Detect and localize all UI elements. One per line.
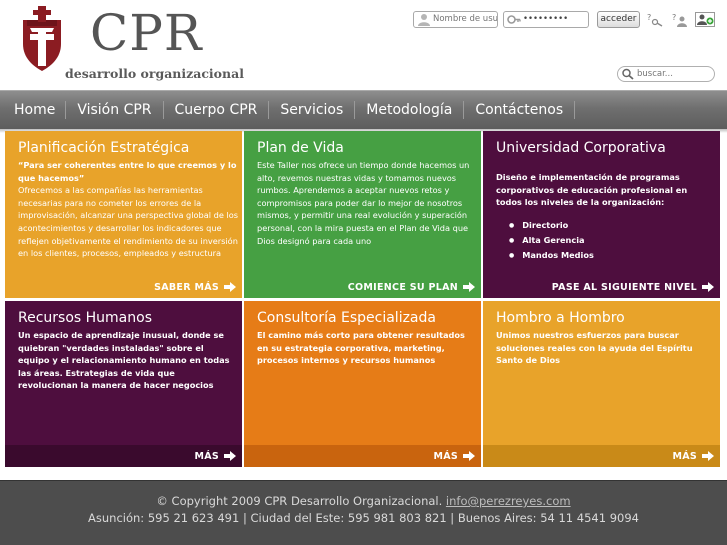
tile-body: Unimos nuestros esfuerzos para buscar so…	[496, 329, 696, 367]
tile-title: Recursos Humanos	[18, 310, 152, 326]
tile-cta[interactable]: MÁS	[483, 445, 720, 467]
search-input[interactable]	[637, 69, 712, 79]
tile-cta[interactable]: PASE AL SIGUIENTE NIVEL	[483, 276, 720, 298]
svg-text:?: ?	[672, 13, 676, 22]
tile-text: Ofrecemos a las compañías las herramient…	[18, 185, 239, 259]
user-icon	[418, 13, 430, 26]
list-item: Directorio	[509, 218, 711, 233]
tile-cta-label: MÁS	[194, 450, 219, 462]
logo-tagline: desarrollo organizacional	[65, 66, 244, 81]
arrow-right-icon	[702, 451, 714, 461]
tile-plan-de-vida[interactable]: Plan de Vida Este Taller nos ofrece un t…	[244, 131, 481, 298]
tile-text: Diseño e implementación de programas cor…	[496, 172, 688, 208]
tile-title: Hombro a Hombro	[496, 310, 625, 326]
tile-text: Este Taller nos ofrece un tiempo donde h…	[257, 160, 470, 246]
nav-item-cuerpo[interactable]: Cuerpo CPR	[164, 101, 270, 119]
tile-cta[interactable]: SABER MÁS	[5, 276, 242, 298]
password-field[interactable]	[503, 10, 589, 28]
arrow-right-icon	[463, 282, 475, 292]
nav-item-metodologia[interactable]: Metodología	[355, 101, 465, 119]
tile-planificacion[interactable]: Planificación Estratégica “Para ser cohe…	[5, 131, 242, 298]
tile-cta-label: COMIENCE SU PLAN	[347, 281, 458, 293]
tile-body: Este Taller nos ofrece un tiempo donde h…	[257, 159, 472, 247]
tile-body: El camino más corto para obtener resulta…	[257, 329, 469, 367]
tile-body: Diseño e implementación de programas cor…	[496, 171, 711, 263]
logo-emblem-icon[interactable]	[19, 4, 65, 72]
tile-cta-label: MÁS	[672, 450, 697, 462]
username-field[interactable]	[413, 10, 498, 28]
login-form: acceder ? ?	[413, 10, 715, 28]
tile-hombro-a-hombro[interactable]: Hombro a Hombro Unimos nuestros esfuerzo…	[483, 301, 720, 467]
arrow-right-icon	[702, 282, 714, 292]
tile-cta-label: SABER MÁS	[154, 281, 219, 293]
tile-list: Directorio Alta Gerencia Mandos Medios	[509, 218, 711, 263]
arrow-right-icon	[463, 451, 475, 461]
tile-consultoria[interactable]: Consultoría Especializada El camino más …	[244, 301, 481, 467]
list-item: Mandos Medios	[509, 248, 711, 263]
tile-title: Plan de Vida	[257, 140, 344, 156]
tile-body: “Para ser coherentes entre lo que creemo…	[18, 159, 240, 260]
tile-body: Un espacio de aprendizaje inusual, donde…	[18, 329, 230, 392]
arrow-right-icon	[224, 451, 236, 461]
list-item: Alta Gerencia	[509, 233, 711, 248]
site-header: CPR desarrollo organizacional acceder ?	[0, 0, 727, 88]
search-icon	[622, 68, 634, 80]
search-box[interactable]	[617, 66, 715, 82]
logo-wordmark[interactable]: CPR	[90, 8, 203, 58]
nav-item-home[interactable]: Home	[4, 101, 67, 119]
copyright-text: © Copyright 2009 CPR Desarrollo Organiza…	[156, 494, 443, 508]
footer-phones: Asunción: 595 21 623 491 | Ciudad del Es…	[88, 511, 639, 525]
help-user-icon[interactable]: ?	[670, 11, 690, 28]
tile-universidad[interactable]: Universidad Corporativa Diseño e impleme…	[483, 131, 720, 298]
tile-recursos-humanos[interactable]: Recursos Humanos Un espacio de aprendiza…	[5, 301, 242, 467]
tile-title: Universidad Corporativa	[496, 140, 666, 156]
tile-quote: “Para ser coherentes entre lo que creemo…	[18, 160, 237, 183]
tile-text: Un espacio de aprendizaje inusual, donde…	[18, 330, 230, 391]
register-icon[interactable]	[695, 11, 715, 28]
svg-text:?: ?	[647, 13, 651, 22]
tile-cta-label: PASE AL SIGUIENTE NIVEL	[551, 281, 697, 293]
footer-copyright-line: © Copyright 2009 CPR Desarrollo Organiza…	[0, 494, 727, 508]
tile-cta[interactable]: MÁS	[244, 445, 481, 467]
main-nav: Home Visión CPR Cuerpo CPR Servicios Met…	[0, 90, 727, 129]
help-key-icon[interactable]: ?	[645, 11, 665, 28]
key-icon	[507, 14, 521, 24]
login-button[interactable]: acceder	[597, 10, 640, 28]
nav-item-servicios[interactable]: Servicios	[269, 101, 356, 119]
tile-text: El camino más corto para obtener resulta…	[257, 330, 465, 366]
nav-item-contactenos[interactable]: Contáctenos	[464, 101, 576, 119]
tile-cta[interactable]: MÁS	[5, 445, 242, 467]
nav-item-vision[interactable]: Visión CPR	[66, 101, 164, 119]
site-footer: © Copyright 2009 CPR Desarrollo Organiza…	[0, 480, 727, 545]
footer-email-link[interactable]: info@perezreyes.com	[446, 494, 571, 508]
tile-cta[interactable]: COMIENCE SU PLAN	[244, 276, 481, 298]
tile-title: Consultoría Especializada	[257, 310, 436, 326]
tile-title: Planificación Estratégica	[18, 140, 190, 156]
tile-cta-label: MÁS	[433, 450, 458, 462]
password-input[interactable]	[523, 14, 587, 24]
username-input[interactable]	[433, 14, 497, 24]
arrow-right-icon	[224, 282, 236, 292]
tile-text: Unimos nuestros esfuerzos para buscar so…	[496, 330, 693, 366]
